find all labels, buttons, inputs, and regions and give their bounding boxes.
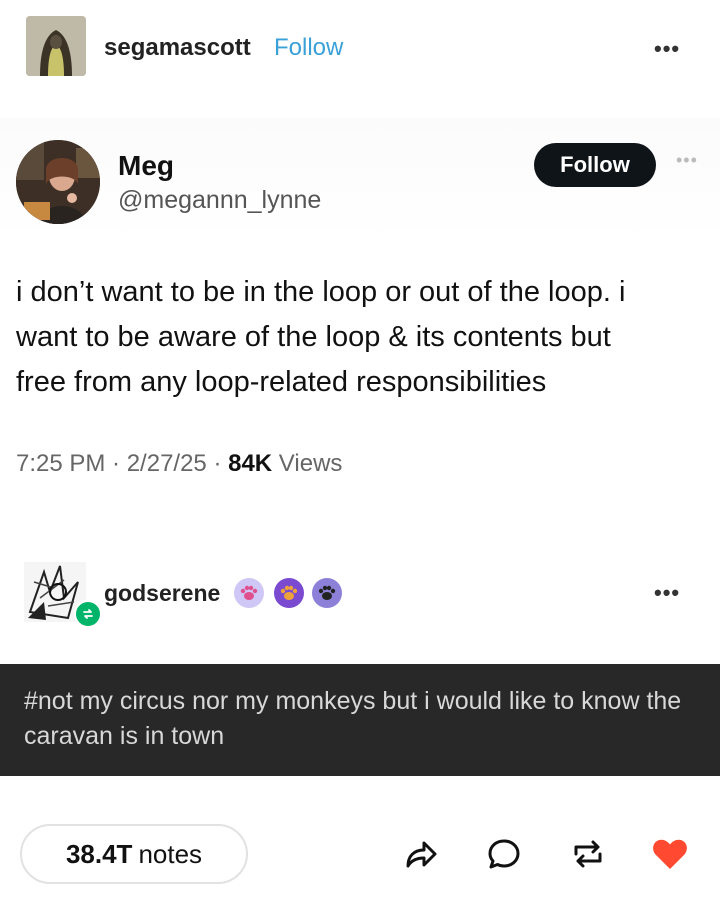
tweet-views-count: 84K — [228, 450, 273, 477]
tweet-more-icon: ••• — [676, 150, 698, 170]
paw-badge-icon[interactable] — [312, 578, 342, 608]
notes-label: notes — [138, 838, 203, 869]
reblog-more-options-icon[interactable]: ••• — [654, 580, 680, 606]
tweet-timestamp: 7:25 PM · 2/27/25 · — [16, 450, 229, 477]
tweet-avatar — [16, 140, 100, 224]
op-more-options-icon[interactable]: ••• — [654, 36, 680, 62]
notes-count: 38.4T — [65, 838, 133, 869]
tweet-meta: 7:25 PM · 2/27/25 · 84K Views — [16, 450, 342, 478]
tweet-handle: @megannn_lynne — [118, 186, 322, 214]
tweet-text: i don’t want to be in the loop or out of… — [16, 276, 626, 398]
reblogger-username[interactable]: godserene — [104, 580, 220, 607]
notes-button[interactable]: 38.4T notes — [20, 824, 248, 884]
tweet-display-name: Meg — [118, 150, 174, 181]
share-icon[interactable] — [400, 834, 440, 874]
reblog-badge-icon — [74, 600, 102, 628]
reblog-icon[interactable] — [568, 834, 608, 874]
reply-icon[interactable] — [484, 834, 524, 874]
op-follow-button[interactable]: Follow — [274, 34, 343, 62]
op-avatar[interactable] — [26, 16, 86, 76]
tweet-views-label: Views — [272, 450, 343, 477]
like-icon[interactable] — [650, 834, 690, 874]
post-tags[interactable]: #not my circus nor my monkeys but i woul… — [24, 684, 704, 754]
paw-badge-icon[interactable] — [274, 578, 304, 608]
paw-badge-icon[interactable] — [234, 578, 264, 608]
op-username[interactable]: segamascott — [104, 34, 251, 62]
tweet-follow-button: Follow — [534, 143, 656, 187]
